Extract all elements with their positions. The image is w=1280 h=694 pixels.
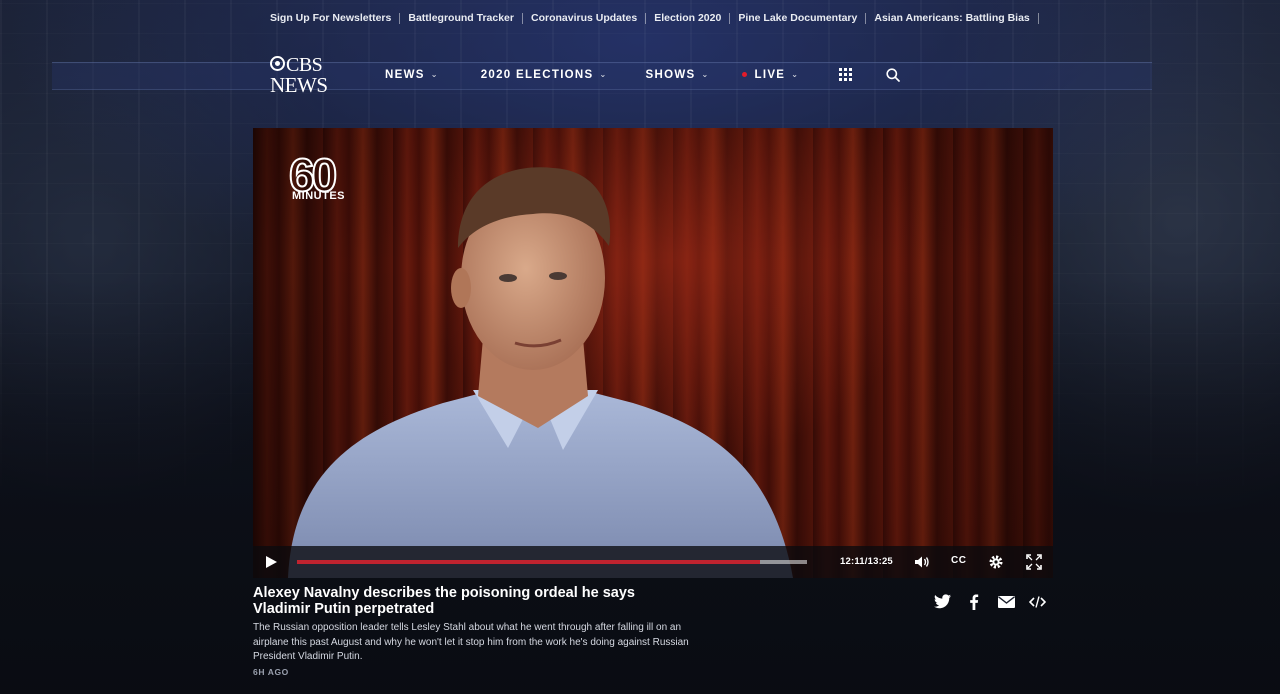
gear-icon[interactable] bbox=[988, 554, 1004, 570]
progress-bar[interactable] bbox=[297, 560, 807, 564]
email-icon[interactable] bbox=[998, 596, 1015, 608]
embed-icon[interactable] bbox=[1029, 596, 1046, 608]
nav-shows-label: SHOWS bbox=[645, 68, 696, 81]
cbs-eye-icon bbox=[270, 56, 285, 71]
cbs-news-logo[interactable]: CBS NEWS bbox=[270, 54, 336, 97]
60-minutes-logo: 60 MINUTES bbox=[288, 148, 369, 204]
nav-live[interactable]: LIVE ⌄ bbox=[741, 68, 800, 81]
show-logo-word: MINUTES bbox=[292, 190, 345, 202]
video-description: The Russian opposition leader tells Lesl… bbox=[253, 622, 689, 662]
video-controls-bar: 12:11/13:25 CC bbox=[253, 546, 1053, 578]
logo-line-2: NEWS bbox=[270, 73, 328, 97]
volume-icon[interactable] bbox=[914, 554, 930, 570]
top-link-election-2020[interactable]: Election 2020 bbox=[646, 12, 729, 24]
chevron-down-icon: ⌄ bbox=[430, 70, 439, 79]
nav-shows[interactable]: SHOWS ⌄ bbox=[646, 69, 710, 81]
play-icon[interactable] bbox=[264, 555, 278, 569]
video-headline[interactable]: Alexey Navalny describes the poisoning o… bbox=[253, 585, 683, 617]
top-link-battleground-tracker[interactable]: Battleground Tracker bbox=[400, 12, 522, 24]
chevron-down-icon: ⌄ bbox=[791, 70, 800, 79]
main-navigation: NEWS ⌄ 2020 ELECTIONS ⌄ SHOWS ⌄ LIVE ⌄ bbox=[385, 68, 853, 81]
closed-captions-button[interactable]: CC bbox=[951, 555, 966, 566]
progress-played bbox=[297, 560, 761, 564]
live-indicator-dot bbox=[741, 72, 747, 77]
chevron-down-icon: ⌄ bbox=[599, 70, 608, 79]
nav-live-label: LIVE bbox=[754, 68, 786, 81]
facebook-icon[interactable] bbox=[969, 594, 979, 610]
nav-2020-elections[interactable]: 2020 ELECTIONS ⌄ bbox=[481, 69, 608, 81]
video-subject-image bbox=[288, 167, 793, 578]
chevron-down-icon: ⌄ bbox=[701, 70, 710, 79]
video-time: 12:11/13:25 bbox=[840, 556, 893, 567]
logo-line-1: CBS bbox=[286, 54, 323, 76]
nav-news[interactable]: NEWS ⌄ bbox=[385, 69, 439, 81]
top-link-pine-lake-documentary[interactable]: Pine Lake Documentary bbox=[730, 12, 865, 24]
nav-elections-label: 2020 ELECTIONS bbox=[480, 68, 594, 81]
top-utility-links: Sign Up For Newsletters Battleground Tra… bbox=[262, 12, 1039, 24]
twitter-icon[interactable] bbox=[934, 594, 951, 609]
search-icon[interactable] bbox=[886, 68, 900, 82]
timestamp: 6H AGO bbox=[253, 667, 289, 677]
video-player[interactable]: 60 MINUTES 12:11/13:25 CC bbox=[253, 128, 1053, 578]
divider bbox=[1037, 12, 1039, 24]
top-link-asian-americans[interactable]: Asian Americans: Battling Bias bbox=[866, 12, 1037, 24]
grid-icon[interactable] bbox=[839, 68, 853, 81]
top-link-coronavirus-updates[interactable]: Coronavirus Updates bbox=[523, 12, 645, 24]
fullscreen-icon[interactable] bbox=[1026, 554, 1042, 570]
top-link-newsletters[interactable]: Sign Up For Newsletters bbox=[262, 12, 399, 24]
nav-news-label: NEWS bbox=[385, 68, 425, 81]
